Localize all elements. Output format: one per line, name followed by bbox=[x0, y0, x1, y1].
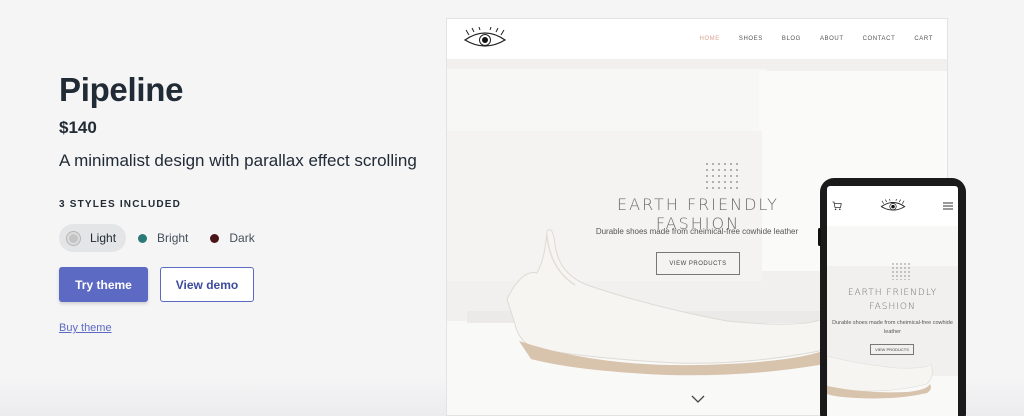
nav-blog[interactable]: BLOG bbox=[782, 36, 801, 42]
mobile-view-products-button[interactable]: VIEW PRODUCTS bbox=[870, 344, 914, 355]
mobile-hero-heading-line: FASHION bbox=[869, 302, 916, 312]
bright-swatch-icon bbox=[138, 233, 148, 243]
style-option-dark[interactable]: Dark bbox=[202, 224, 264, 252]
mobile-hero-sub-line: leather bbox=[884, 329, 901, 335]
mobile-hero-image: EARTH FRIENDLY FASHION Durable shoes mad… bbox=[827, 226, 958, 416]
view-demo-button[interactable]: View demo bbox=[160, 267, 254, 302]
hamburger-menu-icon[interactable] bbox=[943, 202, 953, 210]
light-swatch-icon bbox=[67, 231, 80, 245]
hero-subheading: Durable shoes made from cheimical-free c… bbox=[595, 227, 799, 236]
nav-home[interactable]: HOME bbox=[699, 36, 719, 42]
nav-about[interactable]: ABOUT bbox=[820, 36, 844, 42]
style-option-label: Dark bbox=[229, 231, 255, 245]
nav-cart[interactable]: CART bbox=[914, 36, 933, 42]
eye-logo-icon bbox=[463, 27, 507, 47]
preview-menu: HOME SHOES BLOG ABOUT CONTACT CART bbox=[680, 36, 933, 42]
styles-included-label: 3 STYLES INCLUDED bbox=[59, 199, 182, 210]
theme-tagline: A minimalist design with parallax effect… bbox=[59, 151, 417, 170]
theme-price: $140 bbox=[59, 118, 97, 137]
theme-info: Pipeline $140 A minimalist design with p… bbox=[59, 70, 439, 336]
nav-shoes[interactable]: SHOES bbox=[739, 36, 763, 42]
mobile-preview[interactable]: EARTH FRIENDLY FASHION Durable shoes mad… bbox=[818, 178, 966, 416]
mobile-hero-sub-line: Durable shoes made from cheimical-free c… bbox=[832, 320, 953, 326]
style-option-label: Bright bbox=[157, 231, 189, 245]
mobile-hero-heading: EARTH FRIENDLY FASHION bbox=[827, 286, 958, 314]
style-option-light[interactable]: Light bbox=[59, 224, 127, 252]
try-theme-button[interactable]: Try theme bbox=[59, 267, 148, 302]
style-selector: Light Bright Dark bbox=[59, 223, 439, 253]
hero-dot-grid bbox=[704, 161, 738, 191]
nav-contact[interactable]: CONTACT bbox=[863, 36, 896, 42]
view-products-button[interactable]: VIEW PRODUCTS bbox=[656, 252, 740, 275]
cart-icon[interactable] bbox=[832, 201, 842, 211]
theme-title: Pipeline bbox=[59, 71, 184, 108]
style-option-bright[interactable]: Bright bbox=[130, 224, 198, 252]
phone-screen: EARTH FRIENDLY FASHION Durable shoes mad… bbox=[827, 186, 958, 416]
mobile-hero-heading-line: EARTH FRIENDLY bbox=[847, 288, 938, 298]
chevron-down-icon[interactable] bbox=[691, 393, 705, 405]
eye-logo-icon bbox=[880, 199, 905, 211]
buy-theme-link[interactable]: Buy theme bbox=[59, 322, 112, 334]
mobile-hero-subheading: Durable shoes made from cheimical-free c… bbox=[831, 319, 954, 337]
dark-swatch-icon bbox=[210, 233, 220, 243]
mobile-dot-grid bbox=[891, 262, 911, 280]
mobile-navbar bbox=[827, 186, 958, 226]
preview-navbar: HOME SHOES BLOG ABOUT CONTACT CART bbox=[447, 19, 947, 59]
action-buttons: Try theme View demo bbox=[59, 267, 439, 302]
phone-side-button bbox=[818, 228, 821, 246]
style-option-label: Light bbox=[90, 231, 117, 245]
